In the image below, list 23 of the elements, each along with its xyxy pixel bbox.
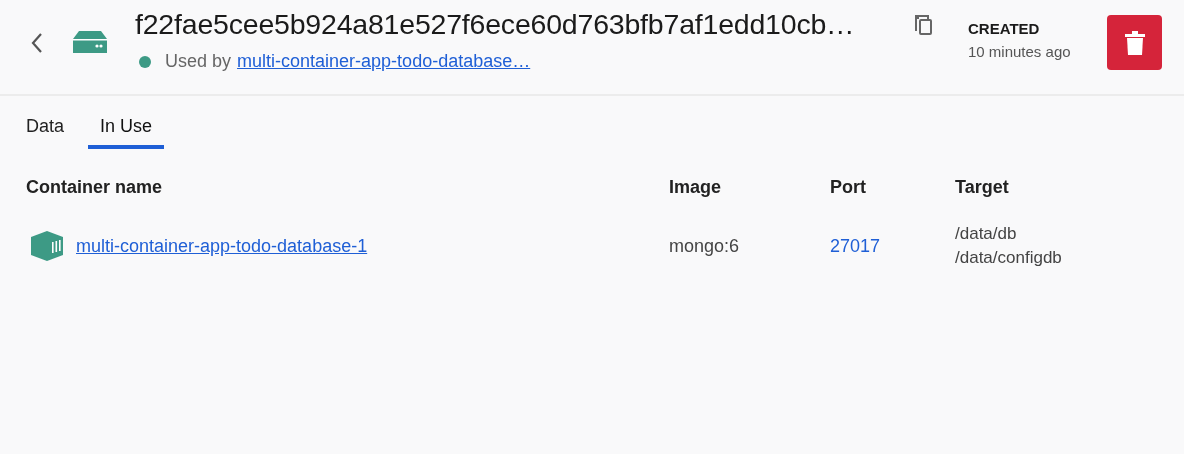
column-header: Target bbox=[955, 177, 1010, 199]
target-path: /data/configdb bbox=[955, 248, 1063, 268]
column-header: Image bbox=[669, 177, 723, 199]
column-header: Port bbox=[830, 177, 867, 199]
image-cell-text: mongo:6 bbox=[669, 235, 741, 257]
tab[interactable]: In Use bbox=[88, 114, 165, 149]
volume-title: f22fae5cee5b924a81e527f6ece60d763bfb7af1edd10cb… bbox=[135, 8, 855, 41]
container-icon bbox=[30, 231, 64, 261]
tab[interactable]: Data bbox=[14, 114, 77, 149]
used-by-label: Used by bbox=[165, 51, 232, 72]
column-header: Container name bbox=[26, 177, 164, 199]
back-button[interactable] bbox=[30, 32, 44, 54]
container-link[interactable]: multi-container-app-todo-database… bbox=[237, 51, 531, 72]
copy-icon[interactable] bbox=[915, 14, 933, 35]
port-link[interactable]: 27017 bbox=[830, 235, 955, 257]
target-path: /data/db bbox=[955, 224, 1018, 244]
created-time: 10 minutes ago bbox=[968, 43, 1072, 60]
trash-icon bbox=[1124, 30, 1145, 55]
status-dot bbox=[139, 55, 151, 68]
drive-icon bbox=[73, 31, 107, 53]
delete-button[interactable] bbox=[1107, 15, 1162, 70]
created-label: CREATED bbox=[968, 20, 1041, 37]
container-link[interactable]: multi-container-app-todo-database-1 bbox=[76, 235, 368, 257]
